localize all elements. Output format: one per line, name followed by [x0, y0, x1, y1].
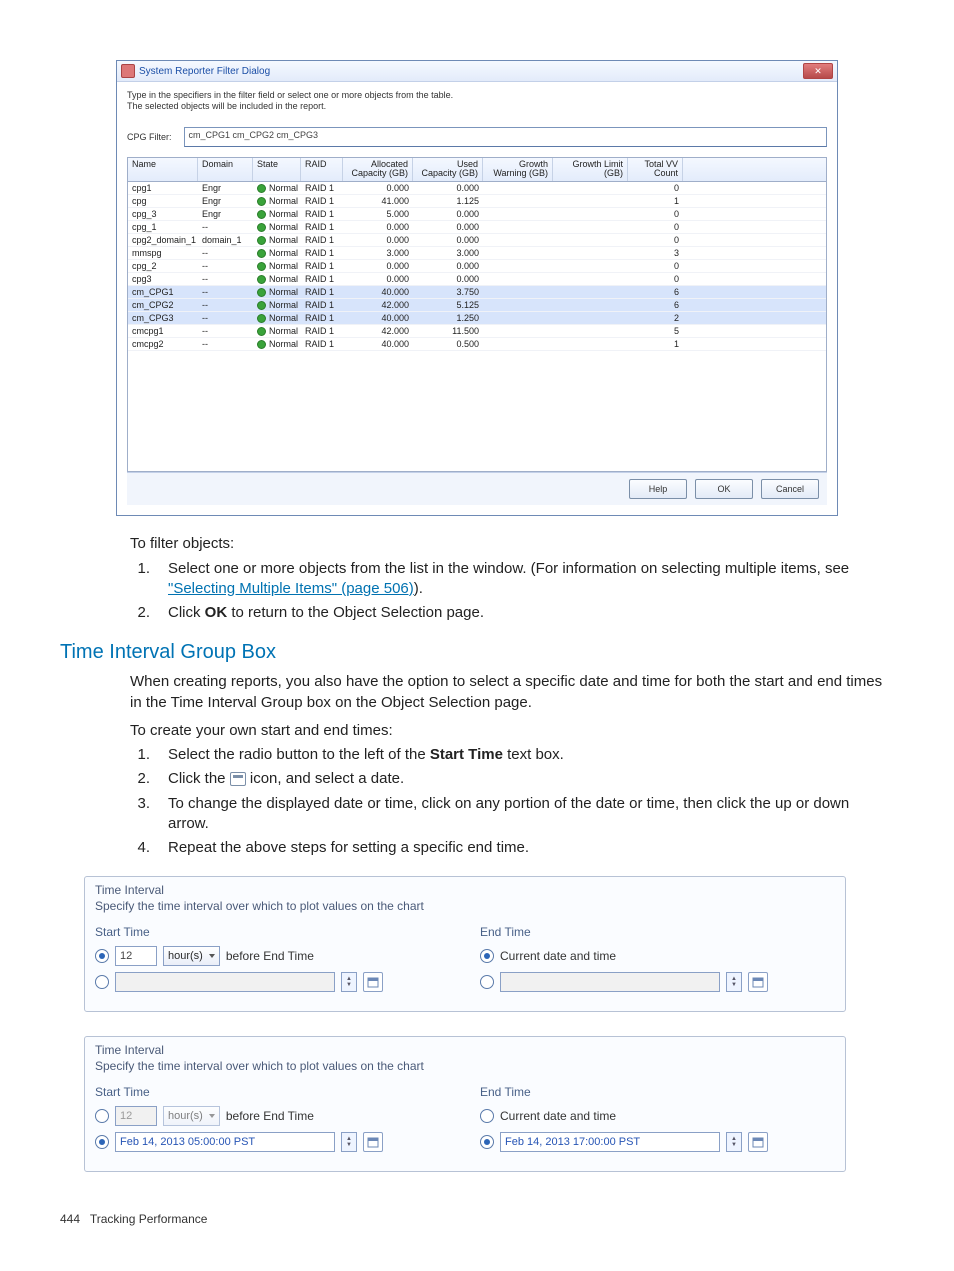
table-row[interactable]: cmcpg2--NormalRAID 140.0000.5001: [128, 338, 826, 351]
dialog-icon: [121, 64, 135, 78]
status-dot-icon: [257, 223, 266, 232]
table-row[interactable]: cm_CPG2--NormalRAID 142.0005.1256: [128, 299, 826, 312]
status-dot-icon: [257, 210, 266, 219]
cancel-button[interactable]: Cancel: [761, 479, 819, 499]
start-amount-input[interactable]: 12: [115, 1106, 157, 1126]
ti-title: Time Interval: [95, 883, 835, 897]
list-item: 4.Repeat the above steps for setting a s…: [130, 838, 884, 858]
end-date-spinner[interactable]: ▲▼: [726, 1132, 742, 1152]
end-date-input[interactable]: Feb 14, 2013 17:00:00 PST: [500, 1132, 720, 1152]
cpg-table[interactable]: Name Domain State RAID Allocated Capacit…: [127, 157, 827, 473]
start-date-input[interactable]: Feb 14, 2013 05:00:00 PST: [115, 1132, 335, 1152]
page-number: 444: [60, 1212, 80, 1226]
status-dot-icon: [257, 262, 266, 271]
status-dot-icon: [257, 184, 266, 193]
table-row[interactable]: cm_CPG3--NormalRAID 140.0001.2502: [128, 312, 826, 325]
cpg-filter-input[interactable]: cm_CPG1 cm_CPG2 cm_CPG3: [184, 127, 827, 147]
ti-subtitle: Specify the time interval over which to …: [95, 899, 835, 913]
help-button[interactable]: Help: [629, 479, 687, 499]
status-dot-icon: [257, 275, 266, 284]
end-time-label: End Time: [480, 925, 835, 939]
table-row[interactable]: cpg_2--NormalRAID 10.0000.0000: [128, 260, 826, 273]
start-absolute-radio[interactable]: [95, 975, 109, 989]
end-current-radio[interactable]: [480, 1109, 494, 1123]
end-absolute-radio[interactable]: [480, 975, 494, 989]
table-row[interactable]: mmspg--NormalRAID 13.0003.0003: [128, 247, 826, 260]
start-amount-input[interactable]: 12: [115, 946, 157, 966]
chevron-down-icon: [209, 954, 215, 958]
dialog-intro-2: The selected objects will be included in…: [127, 101, 827, 112]
calendar-icon[interactable]: [363, 1132, 383, 1152]
status-dot-icon: [257, 340, 266, 349]
status-dot-icon: [257, 288, 266, 297]
status-dot-icon: [257, 236, 266, 245]
status-dot-icon: [257, 197, 266, 206]
start-absolute-radio[interactable]: [95, 1135, 109, 1149]
time-interval-panel-2: Time Interval Specify the time interval …: [84, 1036, 846, 1172]
start-date-spinner[interactable]: ▲▼: [341, 1132, 357, 1152]
end-current-radio[interactable]: [480, 949, 494, 963]
start-date-input[interactable]: [115, 972, 335, 992]
table-row[interactable]: cpg2_domain_1domain_1NormalRAID 10.0000.…: [128, 234, 826, 247]
end-date-spinner[interactable]: ▲▼: [726, 972, 742, 992]
list-item: 2.Click OK to return to the Object Selec…: [130, 603, 884, 623]
list-item: 1.Select one or more objects from the li…: [130, 559, 884, 600]
table-row[interactable]: cpg_3EngrNormalRAID 15.0000.0000: [128, 208, 826, 221]
status-dot-icon: [257, 327, 266, 336]
status-dot-icon: [257, 314, 266, 323]
section-p1: When creating reports, you also have the…: [130, 672, 884, 713]
status-dot-icon: [257, 301, 266, 310]
list-item: 2.Click the icon, and select a date.: [130, 769, 884, 789]
table-header: Name Domain State RAID Allocated Capacit…: [128, 158, 826, 183]
cpg-filter-label: CPG Filter:: [127, 132, 172, 142]
calendar-icon[interactable]: [363, 972, 383, 992]
dialog-titlebar[interactable]: System Reporter Filter Dialog ✕: [117, 61, 837, 82]
dialog-intro-1: Type in the specifiers in the filter fie…: [127, 90, 827, 101]
start-relative-radio[interactable]: [95, 1109, 109, 1123]
table-row[interactable]: cpg3--NormalRAID 10.0000.0000: [128, 273, 826, 286]
list-item: 1.Select the radio button to the left of…: [130, 745, 884, 765]
table-row[interactable]: cpg1EngrNormalRAID 10.0000.0000: [128, 182, 826, 195]
calendar-icon[interactable]: [748, 972, 768, 992]
footer-section: Tracking Performance: [90, 1212, 208, 1226]
start-unit-select[interactable]: hour(s): [163, 946, 220, 966]
start-relative-radio[interactable]: [95, 949, 109, 963]
list-item: 3.To change the displayed date or time, …: [130, 794, 884, 835]
dialog-title: System Reporter Filter Dialog: [139, 66, 270, 77]
filter-dialog: System Reporter Filter Dialog ✕ Type in …: [116, 60, 838, 516]
calendar-icon: [230, 772, 246, 786]
table-row[interactable]: cm_CPG1--NormalRAID 140.0003.7506: [128, 286, 826, 299]
table-row[interactable]: cmcpg1--NormalRAID 142.00011.5005: [128, 325, 826, 338]
before-end-label: before End Time: [226, 949, 314, 963]
end-absolute-radio[interactable]: [480, 1135, 494, 1149]
start-unit-select[interactable]: hour(s): [163, 1106, 220, 1126]
table-row[interactable]: cpg_1--NormalRAID 10.0000.0000: [128, 221, 826, 234]
doc-link[interactable]: "Selecting Multiple Items" (page 506): [168, 580, 414, 597]
ok-button[interactable]: OK: [695, 479, 753, 499]
start-time-label: Start Time: [95, 925, 450, 939]
end-date-input[interactable]: [500, 972, 720, 992]
filter-intro: To filter objects:: [130, 534, 884, 554]
close-icon[interactable]: ✕: [803, 63, 833, 79]
table-row[interactable]: cpgEngrNormalRAID 141.0001.1251: [128, 195, 826, 208]
section-p2: To create your own start and end times:: [130, 721, 884, 741]
time-interval-panel-1: Time Interval Specify the time interval …: [84, 876, 846, 1012]
section-heading: Time Interval Group Box: [60, 641, 894, 664]
status-dot-icon: [257, 249, 266, 258]
chevron-down-icon: [209, 1114, 215, 1118]
start-date-spinner[interactable]: ▲▼: [341, 972, 357, 992]
calendar-icon[interactable]: [748, 1132, 768, 1152]
current-label: Current date and time: [500, 949, 616, 963]
